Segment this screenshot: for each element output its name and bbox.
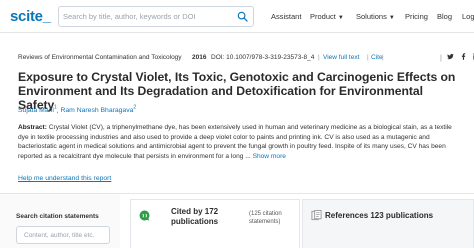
cited-by-count: Cited by 172 publications [171,207,219,226]
view-full-text-link[interactable]: View full text [323,54,359,61]
abstract-text: Crystal Violet (CV), a triphenylmethane … [18,124,452,160]
doi-text: DOI: 10.1007/978-3-319-23573-8_4 [211,54,315,61]
nav-product[interactable]: Product ▼ [310,12,344,21]
nav-solutions[interactable]: Solutions ▼ [356,12,395,21]
author-link[interactable]: Ram Naresh Bharagava2 [60,105,136,114]
tab-references[interactable]: References 123 publications [302,199,474,248]
journal-name[interactable]: Reviews of Environmental Contamination a… [18,54,182,61]
search-citations-label: Search citation statements [16,213,99,220]
top-navigation-bar: scite_ Assistant Product▼ Solutions▼ Pri… [0,0,474,33]
twitter-icon[interactable] [447,53,454,60]
help-understand-link[interactable]: Help me understand this report [18,175,111,182]
author-list: Sujata Mani1, Ram Naresh Bharagava2 [18,105,137,115]
meta-separator: | [382,54,384,61]
search-icon[interactable] [237,11,248,22]
cite-link[interactable]: Cite [371,54,383,61]
chevron-down-icon: ▼ [337,15,344,21]
quote-bubble-icon [139,210,150,221]
references-icon [311,210,322,221]
citation-search-box[interactable] [16,226,110,244]
abstract: Abstract: Crystal Violet (CV), a triphen… [18,123,458,161]
nav-blog[interactable]: Blog [437,12,452,21]
show-more-link[interactable]: Show more [253,153,286,160]
search-box[interactable] [58,6,254,27]
tab-cited-by[interactable]: Cited by 172 publications (125 citation … [130,199,300,248]
meta-separator: | [367,54,369,61]
author-link[interactable]: Sujata Mani1 [18,105,57,114]
publication-year: 2016 [192,54,207,61]
abstract-label: Abstract: [18,124,47,131]
chevron-down-icon: ▼ [388,15,395,21]
citation-statements-count: (125 citation statements) [249,211,282,225]
meta-separator: | [318,54,320,61]
references-count: References 123 publications [325,211,434,220]
nav-login[interactable]: Log [462,12,474,21]
share-icons: | [436,53,474,62]
nav-assistant[interactable]: Assistant [271,12,301,21]
nav-pricing[interactable]: Pricing [405,12,428,21]
scite-logo[interactable]: scite_ [10,8,51,25]
facebook-icon[interactable] [460,53,467,60]
citation-search-input[interactable] [24,230,104,241]
meta-separator: | [440,53,442,62]
search-input[interactable] [63,9,231,24]
article-meta-row: Reviews of Environmental Contamination a… [18,52,474,64]
